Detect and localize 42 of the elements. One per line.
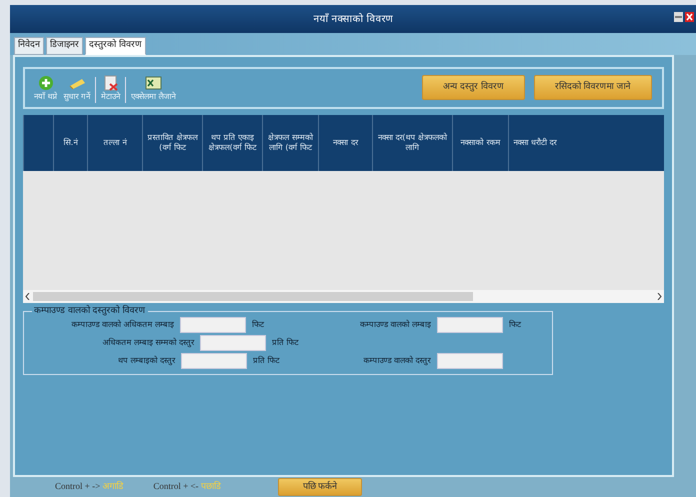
shortcut-key: Control + <- [153, 480, 199, 494]
shortcut-key: Control + -> [55, 480, 100, 494]
field-label: अधिकतम लम्बाइ सम्मको दस्तुर [101, 336, 194, 348]
document-delete-icon [102, 74, 120, 90]
window-title: नयाँ नक्साको विवरण [313, 12, 393, 26]
shortcut-action: पछाडि [200, 480, 221, 494]
scroll-left-icon[interactable] [25, 292, 30, 300]
back-button[interactable]: पछि फर्कने [278, 478, 362, 496]
action-button[interactable]: रसिदको विवरणमा जाने [534, 74, 652, 100]
add-icon [36, 74, 55, 90]
input-field[interactable] [180, 352, 247, 368]
scroll-right-icon[interactable] [657, 292, 662, 300]
input-field[interactable] [180, 316, 246, 332]
unit-label: फिट [252, 318, 266, 330]
column-header: नक्सा दर(थप क्षेत्रफलको लागि [372, 114, 452, 170]
unit-label: प्रति फिट [252, 354, 281, 366]
field-label: कम्पाउण्ड वालको दस्तुर [362, 354, 431, 366]
field-label: कम्पाउण्ड वालको लम्बाइ [358, 318, 431, 330]
spreadsheet-icon [144, 74, 162, 90]
input-field[interactable] [200, 334, 266, 350]
input-field[interactable] [436, 316, 503, 332]
tab[interactable]: दस्तुरको विवरण [85, 37, 146, 54]
column-header: सि.नं [53, 114, 87, 170]
field-label: थप लम्बाइको दस्तुर [116, 354, 175, 366]
column-header: नक्सा धरौटी दर [508, 114, 561, 170]
unit-label: प्रति फिट [272, 336, 300, 348]
column-header: नक्साको रकम [452, 114, 508, 170]
field-label: कम्पाउण्ड वालको अधिकतम लम्बाइ [70, 318, 174, 330]
tab[interactable]: डिजाइनर [46, 37, 83, 54]
shortcut-action: अगाडि [102, 480, 124, 494]
input-field[interactable] [436, 352, 503, 368]
unit-label: फिट [508, 318, 522, 330]
group-title: कम्पाउण्ड वालको दस्तुरको विवरण [33, 306, 147, 316]
column-header: नक्सा दर [318, 114, 372, 170]
minimize-icon[interactable] [674, 12, 683, 22]
column-header: क्षेत्रफल सम्मको लागि (वर्ग फिट [262, 114, 318, 170]
column-header: प्रस्तावित क्षेत्रफल (वर्ग फिट [142, 114, 202, 170]
action-button[interactable]: अन्य दस्तुर विवरण [422, 74, 525, 100]
tab[interactable]: निवेदन [14, 37, 44, 54]
column-header: तल्ला नं [87, 114, 142, 170]
close-icon[interactable] [685, 12, 694, 22]
column-header: थप प्रति एकाइ क्षेत्रफल(वर्ग फिट [202, 114, 262, 170]
